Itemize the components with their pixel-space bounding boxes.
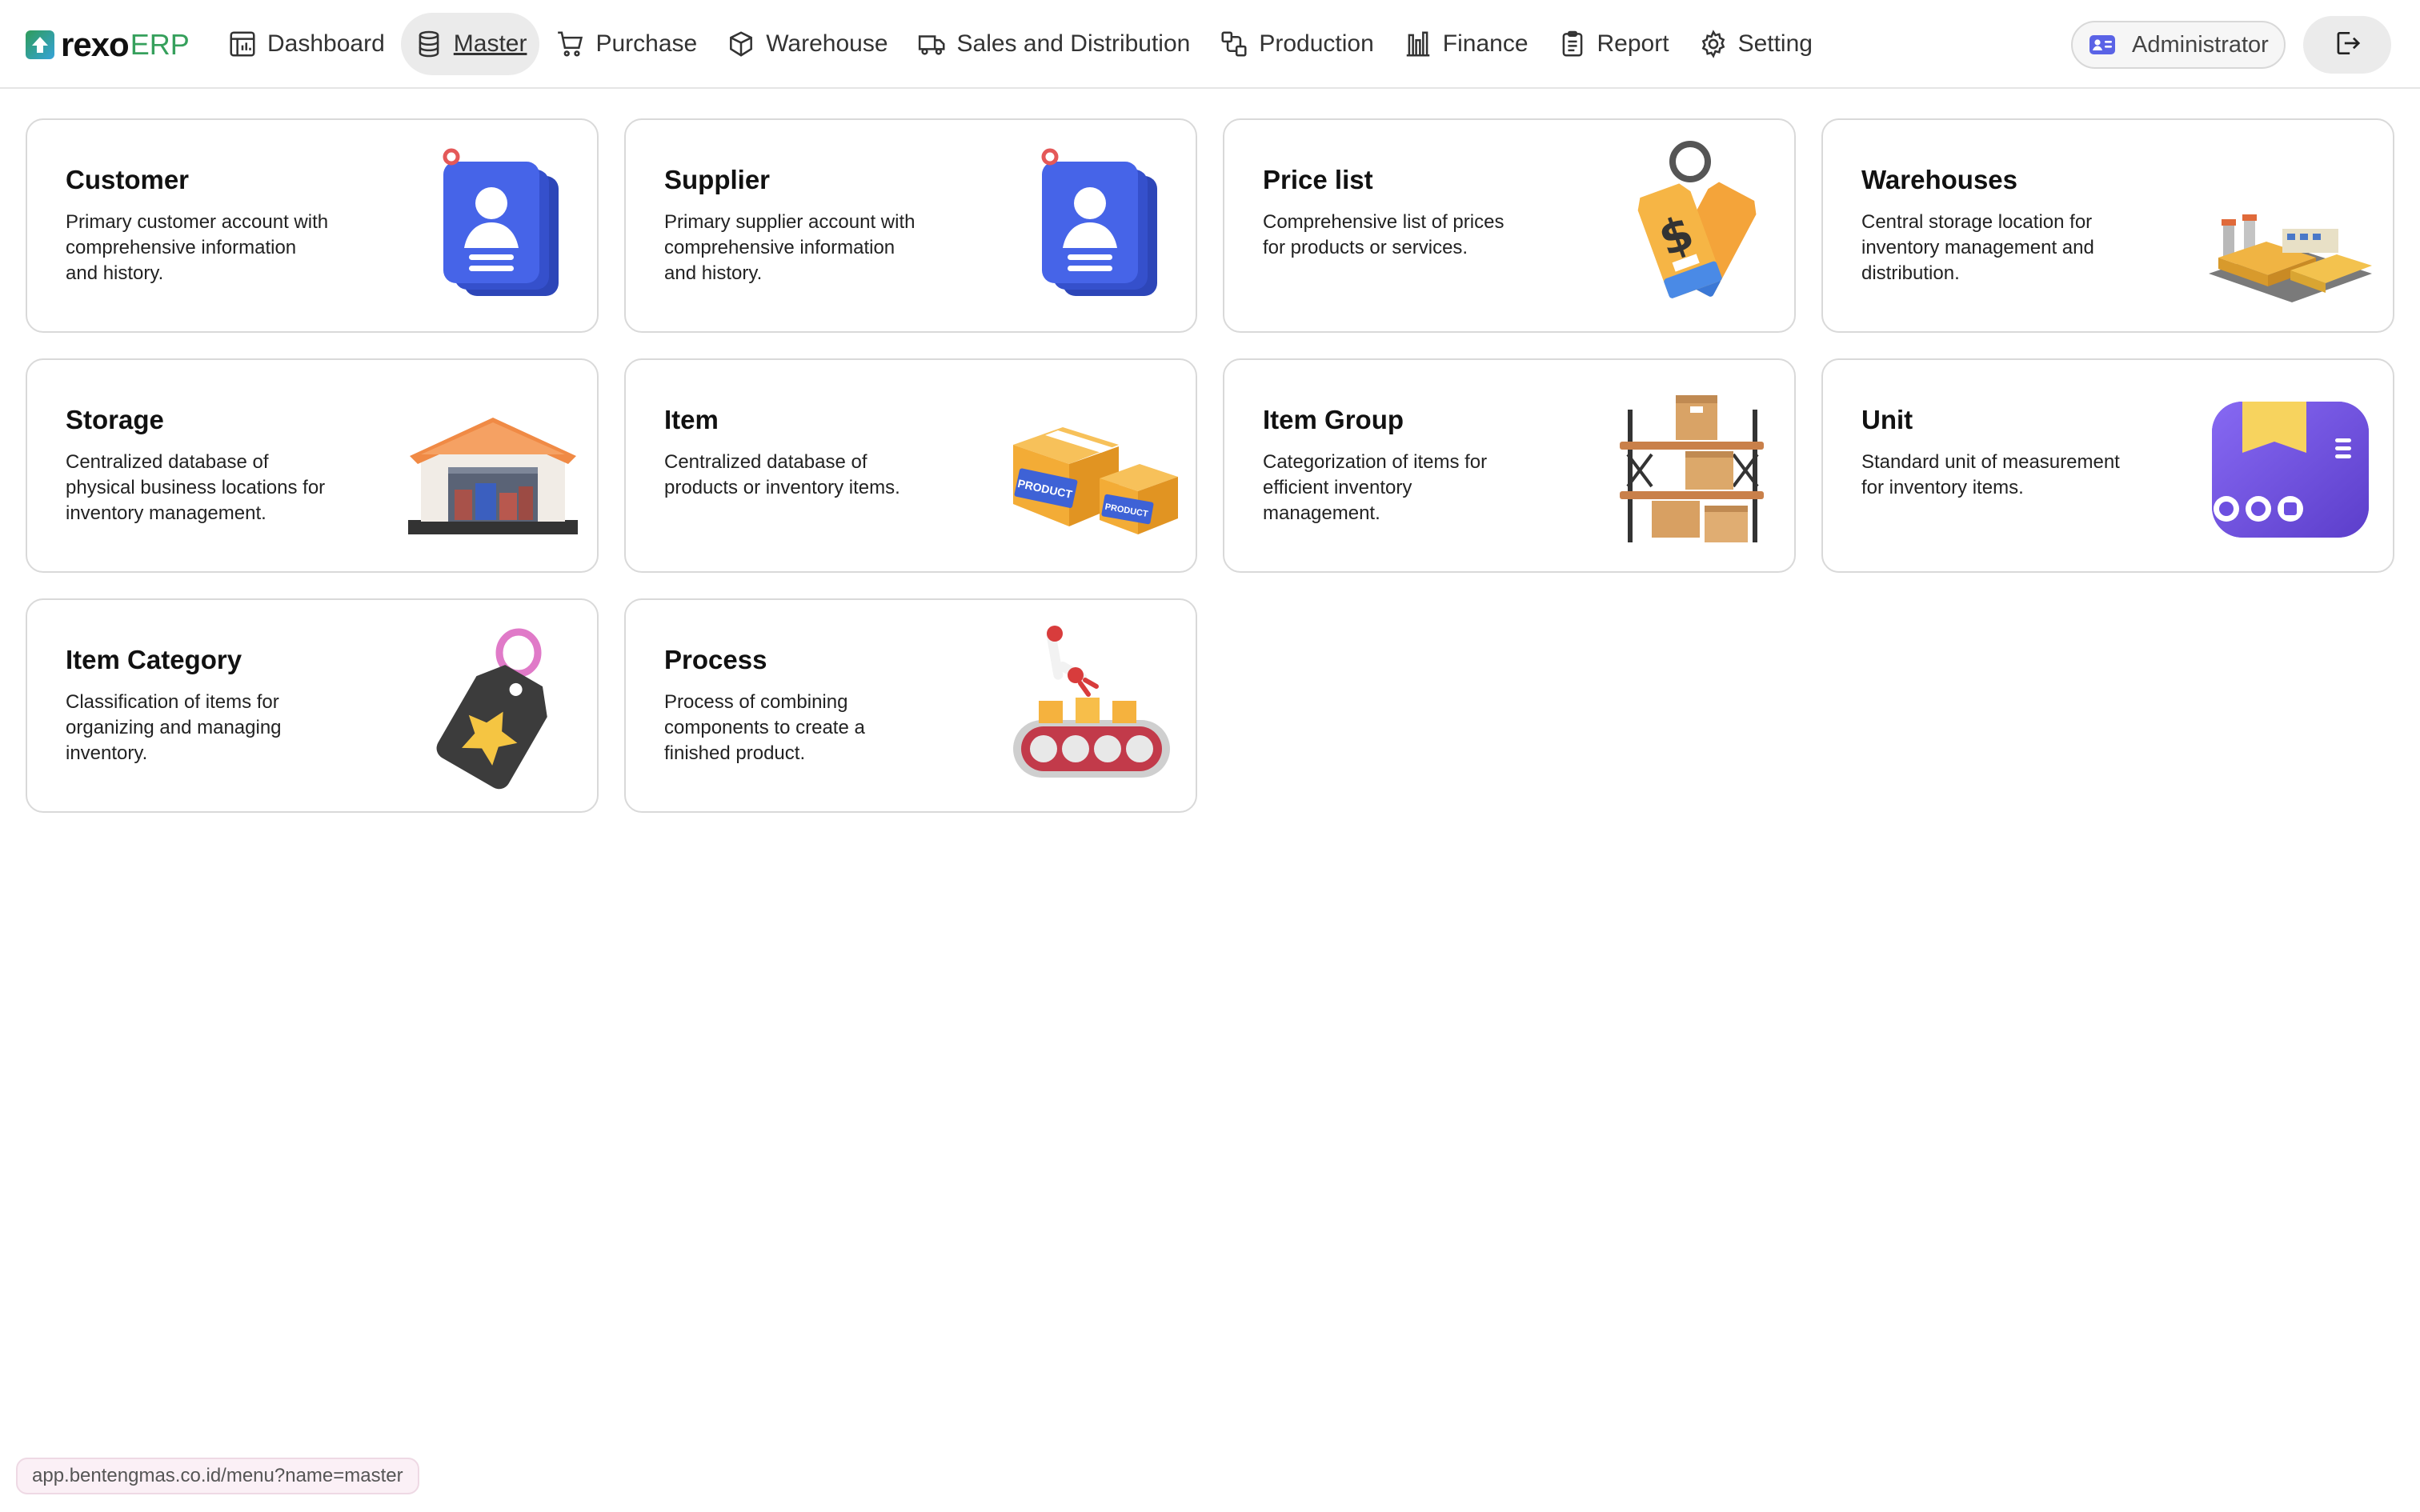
card-title: Warehouses	[1861, 165, 2018, 194]
clipboard-icon	[1557, 29, 1588, 59]
logout-icon	[2332, 28, 2362, 62]
card-warehouses[interactable]: Warehouses Central storage location for …	[1821, 118, 2394, 333]
card-description: Centralized database of products or inve…	[664, 451, 900, 498]
box-icon	[726, 29, 756, 59]
star-tag-icon	[399, 618, 583, 794]
price-tag-icon: $	[1596, 138, 1780, 314]
unit-box-icon	[2194, 378, 2378, 554]
card-item-group[interactable]: Item Group Categorization of items for e…	[1223, 358, 1796, 573]
nav-production[interactable]: Production	[1206, 13, 1386, 75]
status-bar-url: app.bentengmas.co.id/menu?name=master	[16, 1458, 419, 1494]
nav-label: Sales and Distribution	[956, 30, 1191, 57]
card-description: Comprehensive list of prices for product…	[1263, 211, 1504, 258]
card-customer[interactable]: Customer Primary customer account with c…	[26, 118, 599, 333]
logo-brand-suffix: ERP	[130, 28, 190, 61]
card-title: Process	[664, 645, 767, 674]
dashboard-icon	[227, 29, 258, 59]
logo-mark-icon	[26, 30, 54, 59]
card-description: Primary supplier account with comprehens…	[664, 211, 916, 284]
card-title: Price list	[1263, 165, 1373, 194]
card-description: Primary customer account with comprehens…	[66, 211, 329, 284]
card-description: Centralized database of physical busines…	[66, 451, 326, 524]
card-title: Supplier	[664, 165, 771, 194]
nav-label: Dashboard	[267, 30, 385, 57]
card-item[interactable]: Item Centralized database of products or…	[624, 358, 1197, 573]
card-title: Storage	[66, 405, 164, 434]
top-navigation-bar: rexo ERP Dashboard Master Purchase Wareh…	[0, 0, 2420, 89]
nav-master[interactable]: Master	[400, 13, 540, 75]
card-description: Standard unit of measurement for invento…	[1861, 451, 2120, 498]
storehouse-icon	[399, 378, 583, 554]
app-logo[interactable]: rexo ERP	[26, 26, 190, 63]
nav-label: Production	[1259, 30, 1374, 57]
truck-icon	[917, 29, 948, 59]
nav-label: Finance	[1442, 30, 1529, 57]
card-supplier[interactable]: Supplier Primary supplier account with c…	[624, 118, 1197, 333]
nav-report[interactable]: Report	[1545, 13, 1682, 75]
user-name: Administrator	[2132, 31, 2269, 58]
nav-warehouse[interactable]: Warehouse	[713, 13, 900, 75]
card-title: Customer	[66, 165, 190, 194]
shelf-boxes-icon	[1596, 378, 1780, 554]
card-description: Classification of items for organizing a…	[66, 691, 282, 764]
factory-icon	[2194, 138, 2378, 314]
card-description: Process of combining components to creat…	[664, 691, 865, 764]
card-title: Item Group	[1263, 405, 1404, 434]
card-item-category[interactable]: Item Category Classification of items fo…	[26, 598, 599, 813]
database-icon	[414, 29, 444, 59]
product-boxes-icon: PRODUCT PRODUCT	[997, 378, 1181, 554]
workflow-icon	[1219, 29, 1249, 59]
main-menu: Dashboard Master Purchase Warehouse Sale…	[214, 13, 1829, 75]
nav-label: Report	[1597, 30, 1669, 57]
card-price-list[interactable]: Price list Comprehensive list of prices …	[1223, 118, 1796, 333]
logout-button[interactable]	[2303, 16, 2391, 74]
nav-label: Warehouse	[766, 30, 888, 57]
card-unit[interactable]: Unit Standard unit of measurement for in…	[1821, 358, 2394, 573]
card-process[interactable]: Process Process of combining components …	[624, 598, 1197, 813]
card-title: Item	[664, 405, 719, 434]
nav-label: Master	[453, 30, 527, 57]
user-menu-button[interactable]: Administrator	[2071, 21, 2286, 69]
contact-card-icon	[399, 138, 583, 314]
nav-setting[interactable]: Setting	[1685, 13, 1825, 75]
card-storage[interactable]: Storage Centralized database of physical…	[26, 358, 599, 573]
contact-card-icon	[997, 138, 1181, 314]
gear-icon	[1698, 29, 1729, 59]
nav-dashboard[interactable]: Dashboard	[214, 13, 398, 75]
cart-icon	[555, 29, 586, 59]
nav-label: Purchase	[595, 30, 698, 57]
card-description: Central storage location for inventory m…	[1861, 211, 2094, 284]
bar-chart-icon	[1403, 29, 1433, 59]
card-title: Unit	[1861, 405, 1913, 434]
card-title: Item Category	[66, 645, 242, 674]
card-description: Categorization of items for efficient in…	[1263, 451, 1488, 524]
conveyor-icon	[997, 618, 1181, 794]
nav-sales-distribution[interactable]: Sales and Distribution	[904, 13, 1204, 75]
nav-purchase[interactable]: Purchase	[543, 13, 710, 75]
nav-finance[interactable]: Finance	[1390, 13, 1541, 75]
id-card-icon	[2089, 33, 2116, 57]
nav-label: Setting	[1737, 30, 1813, 57]
logo-brand-name: rexo	[61, 26, 130, 63]
